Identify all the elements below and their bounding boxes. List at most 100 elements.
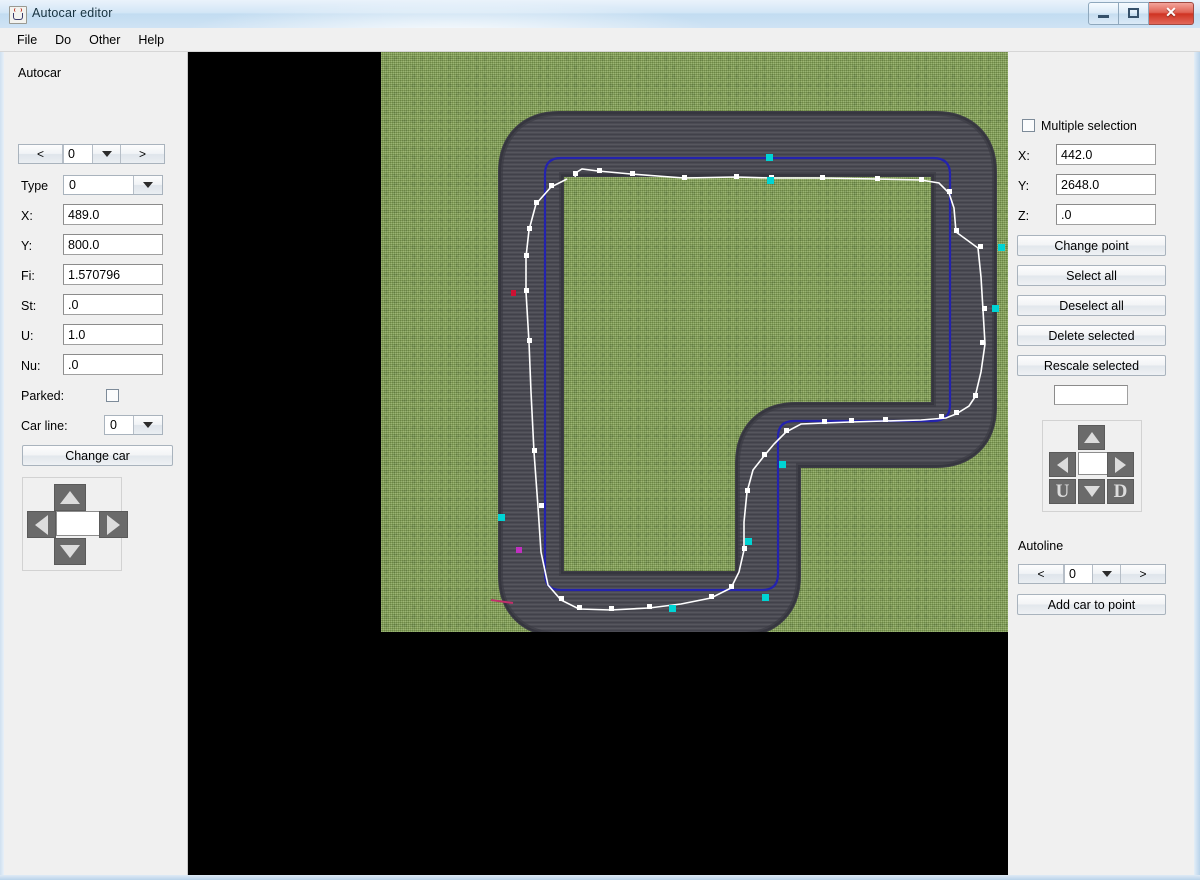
menu-help[interactable]: Help <box>129 30 173 50</box>
autoline-index-dropdown-button[interactable] <box>1092 565 1120 583</box>
menu-bar: File Do Other Help <box>0 28 1200 52</box>
autocar-panel: Autocar < 0 > Type 0 X: Y: Fi: St: <box>5 52 188 880</box>
delete-selected-button[interactable]: Delete selected <box>1017 325 1166 346</box>
app-window: Autocar editor ✕ File Do Other Help Auto… <box>0 0 1200 880</box>
change-point-button[interactable]: Change point <box>1017 235 1166 256</box>
autocar-index-spinner: < 0 > <box>18 144 165 164</box>
type-combo[interactable]: 0 <box>63 175 163 195</box>
type-combo-arrow[interactable] <box>133 176 162 194</box>
triangle-right-icon <box>107 514 120 535</box>
point-move-right-button[interactable] <box>1107 452 1134 477</box>
letter-u-icon: U <box>1055 481 1070 502</box>
car-y-label: Y: <box>21 239 33 253</box>
car-line-combo-value: 0 <box>105 416 133 434</box>
car-fi-input[interactable] <box>63 264 163 285</box>
car-line-combo[interactable]: 0 <box>104 415 163 435</box>
window-content: Autocar < 0 > Type 0 X: Y: Fi: St: <box>0 52 1200 880</box>
minimize-button[interactable] <box>1088 2 1119 25</box>
point-move-up-button[interactable] <box>1078 425 1105 450</box>
editor-canvas[interactable] <box>188 52 1008 880</box>
type-combo-value: 0 <box>64 176 133 194</box>
menu-file[interactable]: File <box>8 30 46 50</box>
car-fi-label: Fi: <box>21 269 35 283</box>
point-move-down-button[interactable] <box>1078 479 1105 504</box>
car-move-up-button[interactable] <box>54 484 86 511</box>
triangle-up-icon <box>1083 432 1100 443</box>
triangle-up-icon <box>60 491 80 504</box>
car-x-input[interactable] <box>63 204 163 225</box>
autoline-index-value[interactable]: 0 <box>1064 565 1092 583</box>
chevron-down-icon <box>143 182 153 188</box>
track-graphics <box>490 52 1005 632</box>
car-move-left-button[interactable] <box>27 511 56 538</box>
multiple-selection-checkbox[interactable] <box>1022 119 1035 132</box>
car-nu-label: Nu: <box>21 359 41 373</box>
car-nu-input[interactable] <box>63 354 163 375</box>
point-move-pad: U D <box>1042 420 1142 512</box>
point-panel: Multiple selection X: Y: Z: Change point… <box>1008 52 1194 880</box>
rescale-selected-button[interactable]: Rescale selected <box>1017 355 1166 376</box>
car-y-input[interactable] <box>63 234 163 255</box>
menu-do[interactable]: Do <box>46 30 80 50</box>
autoline-next-button[interactable]: > <box>1120 565 1165 583</box>
triangle-right-icon <box>1115 456 1126 473</box>
point-z-input[interactable] <box>1056 204 1156 225</box>
autocar-index-dropdown-button[interactable] <box>92 145 120 163</box>
chevron-down-icon <box>1101 571 1112 577</box>
point-x-label: X: <box>1018 149 1030 163</box>
car-move-step-input[interactable] <box>56 511 100 536</box>
car-u-label: U: <box>21 329 34 343</box>
maximize-icon <box>1128 8 1139 18</box>
car-line-combo-arrow[interactable] <box>133 416 162 434</box>
change-car-button[interactable]: Change car <box>22 445 173 466</box>
add-car-to-point-button[interactable]: Add car to point <box>1017 594 1166 615</box>
car-x-label: X: <box>21 209 33 223</box>
chevron-down-icon <box>143 422 153 428</box>
menu-other[interactable]: Other <box>80 30 129 50</box>
car-line-label: Car line: <box>21 419 68 433</box>
car-u-input[interactable] <box>63 324 163 345</box>
autocar-prev-button[interactable]: < <box>19 145 63 163</box>
car-st-input[interactable] <box>63 294 163 315</box>
type-label: Type <box>21 179 49 193</box>
window-left-edge <box>0 52 4 880</box>
car-st-label: St: <box>21 299 37 313</box>
letter-d-icon: D <box>1113 481 1128 502</box>
point-z-label: Z: <box>1018 209 1030 223</box>
maximize-button[interactable] <box>1119 2 1149 25</box>
multiple-selection-label: Multiple selection <box>1041 119 1137 133</box>
java-cup-icon <box>9 6 27 24</box>
rescale-factor-input[interactable] <box>1054 385 1128 405</box>
autoline-prev-button[interactable]: < <box>1019 565 1064 583</box>
point-move-down-z-button[interactable]: D <box>1107 479 1134 504</box>
triangle-down-icon <box>1083 486 1100 497</box>
autoline-title: Autoline <box>1018 539 1064 553</box>
autocar-next-button[interactable]: > <box>120 145 164 163</box>
minimize-icon <box>1098 15 1109 18</box>
triangle-down-icon <box>60 545 80 558</box>
point-x-input[interactable] <box>1056 144 1156 165</box>
track-viewport[interactable] <box>381 52 1008 632</box>
point-move-up-z-button[interactable]: U <box>1049 479 1076 504</box>
point-move-left-button[interactable] <box>1049 452 1076 477</box>
autocar-panel-title: Autocar <box>18 66 62 80</box>
car-marker-magenta <box>516 547 522 553</box>
deselect-all-button[interactable]: Deselect all <box>1017 295 1166 316</box>
parked-label: Parked: <box>21 389 65 403</box>
car-move-down-button[interactable] <box>54 538 86 565</box>
title-bar-sheen <box>180 0 720 28</box>
chevron-down-icon <box>101 151 112 157</box>
car-move-right-button[interactable] <box>99 511 128 538</box>
select-all-button[interactable]: Select all <box>1017 265 1166 286</box>
title-bar: Autocar editor ✕ <box>0 0 1200 29</box>
window-controls: ✕ <box>1088 2 1194 25</box>
close-button[interactable]: ✕ <box>1149 2 1194 25</box>
car-marker-red <box>511 290 516 296</box>
close-icon: ✕ <box>1165 4 1177 20</box>
autoline-index-spinner: < 0 > <box>1018 564 1166 584</box>
autocar-index-value[interactable]: 0 <box>63 145 92 163</box>
point-y-label: Y: <box>1018 179 1030 193</box>
window-bottom-edge <box>0 875 1200 880</box>
parked-checkbox[interactable] <box>106 389 119 402</box>
point-y-input[interactable] <box>1056 174 1156 195</box>
